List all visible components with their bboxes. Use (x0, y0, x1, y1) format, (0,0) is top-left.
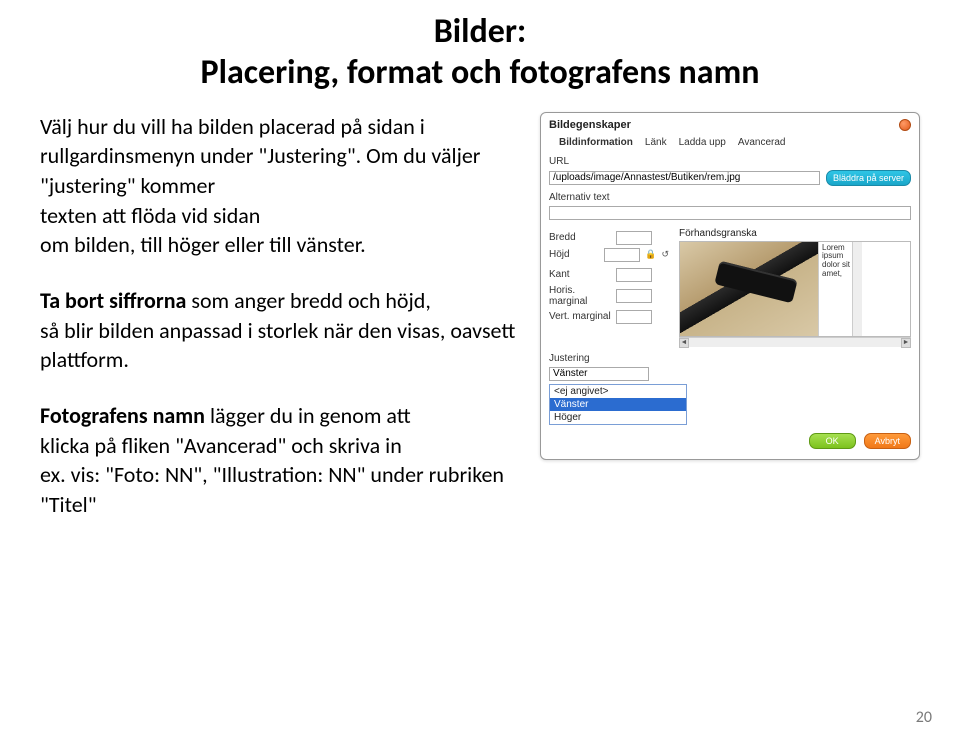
height-label: Höjd (549, 249, 601, 260)
tab-link[interactable]: Länk (645, 137, 667, 148)
justering-option-none[interactable]: <ej angivet> (550, 385, 686, 398)
justering-group: Justering <ej angivet> Vänster Höger (549, 353, 911, 425)
browse-server-button[interactable]: Bläddra på server (826, 170, 911, 186)
scroll-left-icon[interactable]: ◄ (679, 338, 689, 348)
alt-text-input[interactable] (549, 206, 911, 220)
vmargin-label: Vert. marginal (549, 311, 613, 322)
alt-text-label: Alternativ text (549, 192, 610, 203)
scroll-right-icon[interactable]: ► (901, 338, 911, 348)
scrollbar-vertical[interactable] (852, 242, 862, 336)
justering-select[interactable] (549, 367, 649, 381)
width-input[interactable] (616, 231, 652, 245)
paragraph-3: Fotografens namn lägger du in genom att … (40, 401, 522, 520)
preview-lorem: Lorem ipsum dolor sit amet, (818, 242, 852, 336)
p2-a: som anger bredd och höjd, (186, 287, 430, 314)
p2-b: så blir bilden anpassad i storlek när de… (40, 317, 515, 374)
border-label: Kant (549, 269, 613, 280)
title-line-1: Bilder: (40, 12, 920, 53)
justering-option-right[interactable]: Höger (550, 411, 686, 424)
p3-b: klicka på fliken "Avancerad" och skriva … (40, 432, 402, 459)
title-line-2: Placering, format och fotografens namn (40, 53, 920, 94)
paragraph-1: Välj hur du vill ha bilden placerad på s… (40, 112, 522, 260)
preview-box: Lorem ipsum dolor sit amet, (679, 241, 911, 337)
image-properties-dialog: Bildegenskaper Bildinformation Länk Ladd… (540, 112, 920, 460)
tab-avancerad[interactable]: Avancerad (738, 137, 786, 148)
body-text: Välj hur du vill ha bilden placerad på s… (40, 112, 522, 546)
dimensions-group: Bredd Höjd 🔒 ↺ Kant (549, 228, 669, 347)
height-input[interactable] (604, 248, 640, 262)
preview-image (680, 242, 818, 337)
paragraph-2: Ta bort siffrorna som anger bredd och hö… (40, 286, 522, 375)
p3-a: lägger du in genom att (205, 402, 411, 429)
preview-group: Förhandsgranska Lorem ipsum dolor sit am… (679, 228, 911, 347)
vmargin-input[interactable] (616, 310, 652, 324)
p3-c: ex. vis: "Foto: NN", "Illustration: NN" … (40, 461, 504, 518)
page-number: 20 (916, 708, 932, 727)
dialog-tabs: Bildinformation Länk Ladda upp Avancerad (549, 137, 911, 148)
slide-title: Bilder: Placering, format och fotografen… (40, 12, 920, 94)
reset-icon[interactable]: ↺ (661, 249, 669, 260)
border-input[interactable] (616, 268, 652, 282)
p1-a: Välj hur du vill ha bilden placerad på s… (40, 113, 480, 199)
p1-c: om bilden, till höger eller till vänster… (40, 231, 366, 258)
p2-bold: Ta bort siffrorna (40, 287, 186, 314)
dialog-title: Bildegenskaper (549, 119, 911, 131)
close-icon[interactable] (899, 119, 911, 131)
lock-icon[interactable]: 🔒 (645, 249, 656, 260)
p3-bold: Fotografens namn (40, 402, 205, 429)
tab-upload[interactable]: Ladda upp (679, 137, 726, 148)
justering-label: Justering (549, 353, 911, 364)
preview-label: Förhandsgranska (679, 228, 911, 239)
hmargin-label: Horis. marginal (549, 285, 613, 307)
width-label: Bredd (549, 232, 613, 243)
p1-b: texten att flöda vid sidan (40, 202, 260, 229)
justering-option-left[interactable]: Vänster (550, 398, 686, 411)
cancel-button[interactable]: Avbryt (864, 433, 911, 449)
scrollbar-horizontal[interactable]: ◄ ► (679, 337, 911, 347)
tab-bildinformation[interactable]: Bildinformation (559, 137, 633, 148)
url-input[interactable] (549, 171, 820, 185)
hmargin-input[interactable] (616, 289, 652, 303)
url-label: URL (549, 156, 569, 167)
justering-dropdown: <ej angivet> Vänster Höger (549, 384, 687, 425)
ok-button[interactable]: OK (809, 433, 856, 449)
